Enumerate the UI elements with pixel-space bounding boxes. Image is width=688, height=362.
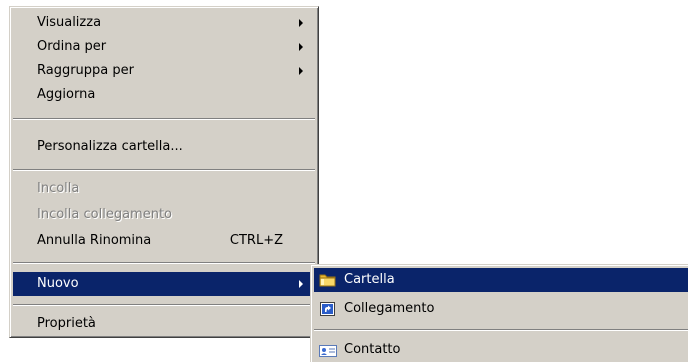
menu-item-label: Personalizza cartella... [37, 139, 183, 154]
submenu-item-cartella[interactable]: Cartella [314, 268, 688, 292]
submenu-arrow-icon [299, 19, 303, 27]
folder-icon [319, 274, 336, 287]
menu-item-annulla-rinomina[interactable]: Annulla Rinomina CTRL+Z [13, 229, 315, 253]
submenu-separator [314, 329, 688, 331]
submenu-item-label: Cartella [344, 272, 395, 287]
new-submenu: Cartella Collegamento Contatto [310, 264, 688, 362]
menu-item-label: Ordina per [37, 39, 107, 54]
menu-item-incolla[interactable]: Incolla [13, 177, 315, 201]
submenu-item-collegamento[interactable]: Collegamento [314, 297, 688, 321]
menu-item-label: Incolla collegamento [37, 207, 172, 222]
menu-item-ordina-per[interactable]: Ordina per [13, 35, 315, 59]
menu-item-label: Nuovo [37, 276, 79, 291]
menu-item-label: Incolla [37, 181, 80, 196]
submenu-arrow-icon [299, 67, 303, 75]
menu-separator [13, 169, 315, 171]
menu-item-label: Proprietà [37, 316, 96, 331]
menu-separator [13, 304, 315, 306]
shortcut-icon [320, 302, 335, 316]
menu-item-raggruppa-per[interactable]: Raggruppa per [13, 59, 315, 83]
menu-item-nuovo[interactable]: Nuovo [13, 272, 315, 296]
contact-icon [319, 345, 337, 357]
menu-item-visualizza[interactable]: Visualizza [13, 11, 315, 35]
menu-separator [13, 262, 315, 264]
menu-item-personalizza-cartella[interactable]: Personalizza cartella... [13, 135, 315, 159]
menu-item-label: Visualizza [37, 15, 102, 30]
menu-item-proprieta[interactable]: Proprietà [13, 312, 315, 336]
menu-item-aggiorna[interactable]: Aggiorna [13, 83, 315, 107]
menu-item-label: Raggruppa per [37, 63, 134, 78]
submenu-item-label: Collegamento [344, 301, 435, 316]
submenu-item-contatto[interactable]: Contatto [314, 338, 688, 362]
menu-item-incolla-collegamento[interactable]: Incolla collegamento [13, 203, 315, 227]
submenu-arrow-icon [299, 280, 303, 288]
menu-separator [13, 118, 315, 120]
shortcut-label: CTRL+Z [229, 233, 283, 248]
submenu-arrow-icon [299, 43, 303, 51]
menu-item-label: Aggiorna [37, 87, 96, 102]
context-menu: Visualizza Ordina per Raggruppa per Aggi… [9, 6, 319, 338]
menu-item-label: Annulla Rinomina [37, 233, 152, 248]
submenu-item-label: Contatto [344, 342, 401, 357]
